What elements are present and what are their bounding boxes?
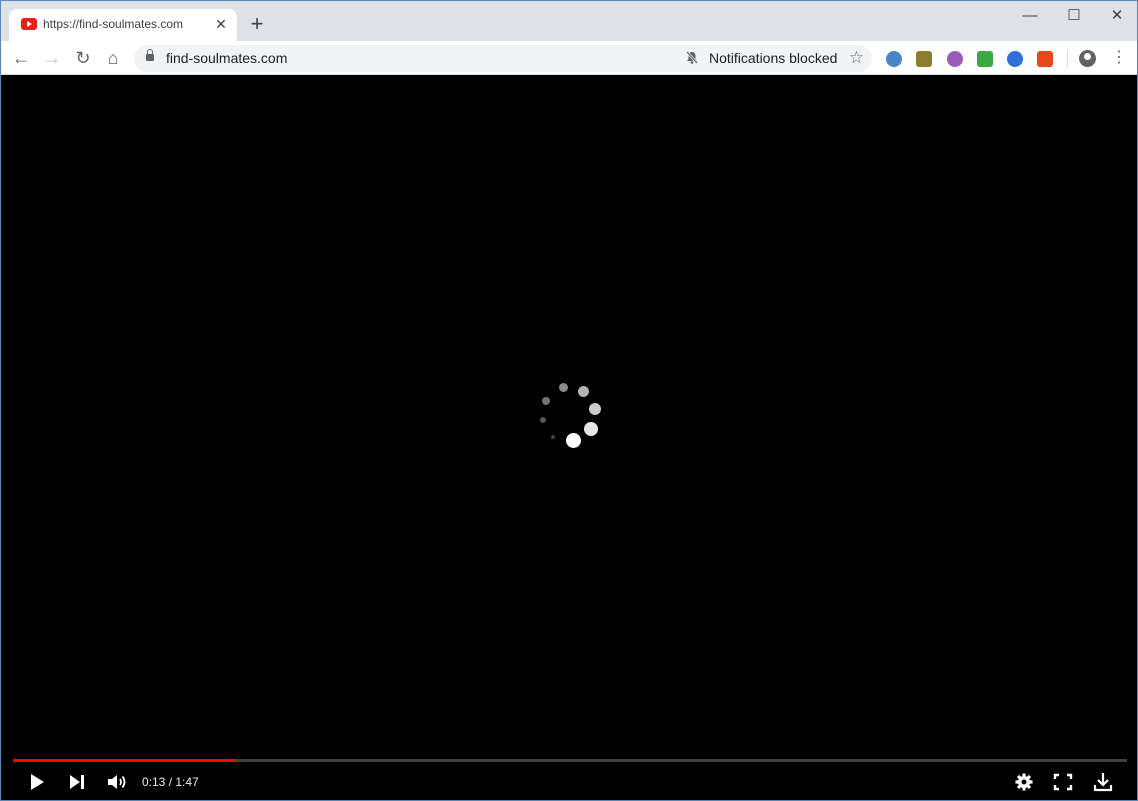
- browser-window: https://find-soulmates.com ✕ + — ☐ ✕ ← →…: [0, 0, 1138, 801]
- time-display: 0:13 / 1:47: [142, 775, 199, 789]
- next-icon[interactable]: [67, 770, 87, 794]
- home-button[interactable]: ⌂: [101, 46, 125, 70]
- green-extension-icon[interactable]: [977, 51, 993, 67]
- back-button[interactable]: ←: [9, 46, 33, 70]
- minimize-button[interactable]: —: [1010, 5, 1050, 27]
- browser-menu-button[interactable]: ⋮: [1111, 47, 1127, 69]
- bell-off-icon[interactable]: [686, 51, 698, 67]
- fullscreen-icon[interactable]: [1052, 770, 1074, 794]
- volume-icon[interactable]: [105, 770, 129, 794]
- tab-close-button[interactable]: ✕: [213, 16, 229, 32]
- tab-strip: https://find-soulmates.com ✕ + — ☐ ✕: [1, 1, 1137, 41]
- url-text[interactable]: find-soulmates.com: [166, 50, 287, 66]
- sync-extension-icon[interactable]: [1007, 51, 1023, 67]
- new-tab-button[interactable]: +: [247, 13, 267, 35]
- cc-extension-icon[interactable]: [916, 51, 932, 67]
- maximize-button[interactable]: ☐: [1054, 5, 1094, 27]
- tab-title: https://find-soulmates.com: [43, 17, 184, 31]
- reload-button[interactable]: ↻: [71, 46, 95, 70]
- shield-extension-icon[interactable]: [1037, 51, 1053, 67]
- progress-fill: [13, 759, 236, 762]
- youtube-icon: [21, 18, 37, 30]
- loading-spinner-icon: [531, 378, 611, 458]
- address-bar[interactable]: find-soulmates.com Notifications blocked…: [134, 45, 872, 72]
- bookmark-star-icon[interactable]: ☆: [849, 48, 864, 68]
- lock-icon: [146, 49, 154, 61]
- progress-bar[interactable]: [13, 759, 1127, 762]
- forward-button[interactable]: →: [40, 46, 64, 70]
- browser-tab[interactable]: https://find-soulmates.com ✕: [9, 9, 237, 41]
- game-extension-icon[interactable]: [947, 51, 963, 67]
- notifications-blocked-label[interactable]: Notifications blocked: [709, 50, 837, 66]
- profile-avatar-icon[interactable]: [1079, 50, 1096, 67]
- play-icon[interactable]: [27, 770, 47, 794]
- settings-icon[interactable]: [1013, 770, 1035, 794]
- close-window-button[interactable]: ✕: [1097, 5, 1137, 27]
- browser-toolbar: ← → ↻ ⌂ find-soulmates.com Notifications…: [1, 41, 1137, 75]
- toolbar-divider: [1067, 50, 1068, 68]
- download-icon[interactable]: [1092, 770, 1114, 794]
- video-player[interactable]: 0:13 / 1:47: [1, 76, 1137, 800]
- search-extension-icon[interactable]: [886, 51, 902, 67]
